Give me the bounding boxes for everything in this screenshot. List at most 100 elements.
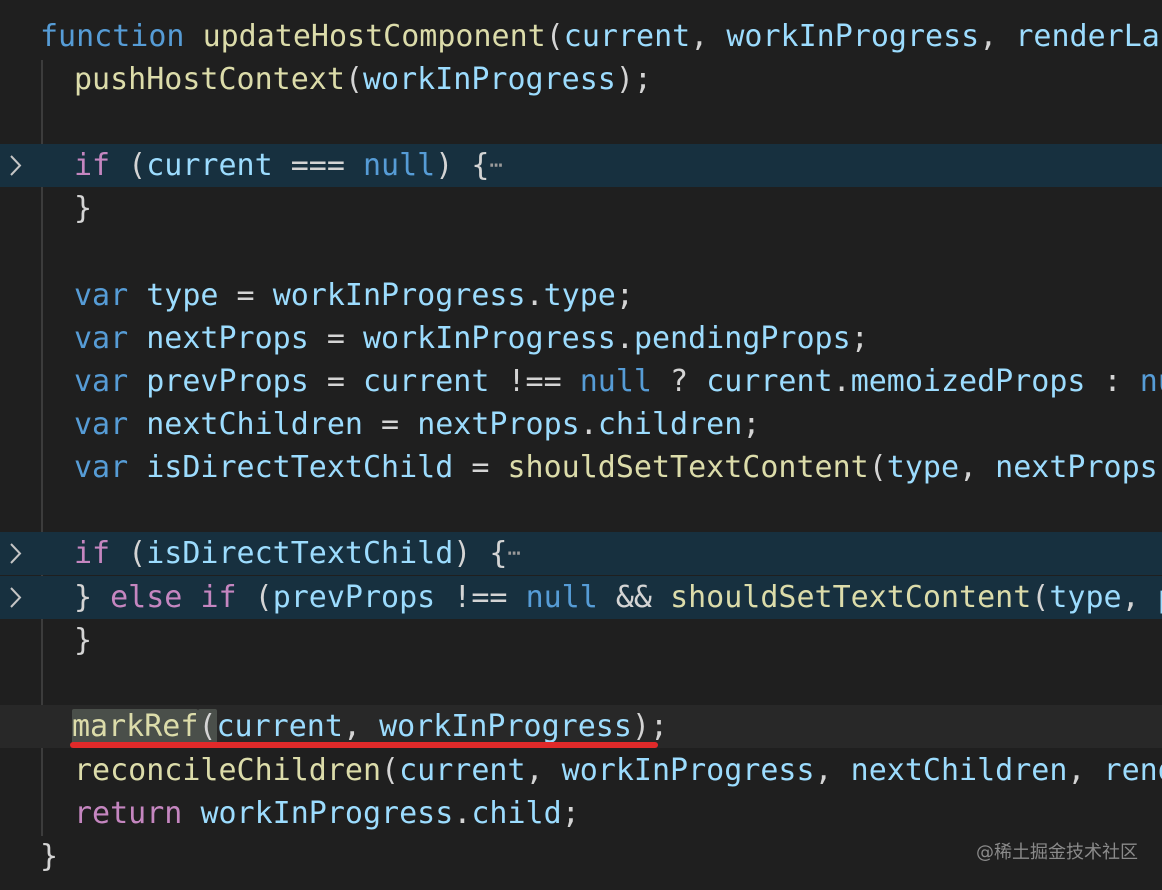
code-token: nextProps xyxy=(146,321,309,356)
code-token: !== xyxy=(435,580,526,615)
code-token: , xyxy=(959,450,996,485)
code-token: markRef xyxy=(72,709,199,744)
code-line[interactable]: function updateHostComponent(current, wo… xyxy=(0,15,1162,58)
code-token: . xyxy=(615,321,634,356)
code-token: nextChildren xyxy=(146,407,363,442)
code-token: workInProgress xyxy=(363,62,616,97)
code-line[interactable]: var nextChildren = nextProps.children; xyxy=(0,403,1162,446)
code-line[interactable] xyxy=(0,230,1162,273)
code-token: var xyxy=(74,407,129,442)
code-token: updateHostComponent xyxy=(202,19,546,54)
code-token: null xyxy=(579,364,652,399)
code-token: shouldSetTextContent xyxy=(507,450,869,485)
code-token: = xyxy=(308,321,363,356)
code-line[interactable]: var isDirectTextChild = shouldSetTextCon… xyxy=(0,446,1162,489)
fold-ellipsis-icon[interactable]: ⋯ xyxy=(489,144,502,187)
code-token: ( xyxy=(110,148,147,183)
code-token: pre xyxy=(1158,580,1162,615)
code-text: var nextChildren = nextProps.children; xyxy=(74,403,760,446)
watermark: @稀土掘金技术社区 xyxy=(976,842,1138,863)
code-line[interactable]: var nextProps = workInProgress.pendingPr… xyxy=(0,317,1162,360)
code-token: type xyxy=(543,278,616,313)
code-token: , xyxy=(342,709,380,744)
code-token: type xyxy=(1049,580,1122,615)
code-text: if (isDirectTextChild) {⋯ xyxy=(74,532,521,575)
code-token: var xyxy=(74,364,129,399)
code-token: ( xyxy=(868,450,887,485)
code-token: ; xyxy=(561,796,580,831)
code-text: var isDirectTextChild = shouldSetTextCon… xyxy=(74,446,1162,489)
code-token: ( xyxy=(1031,580,1050,615)
chevron-right-icon[interactable] xyxy=(4,144,28,187)
chevron-right-icon[interactable] xyxy=(4,576,28,619)
code-token: ( xyxy=(545,19,564,54)
code-line[interactable]: var prevProps = current !== null ? curre… xyxy=(0,360,1162,403)
code-token: var xyxy=(74,450,129,485)
code-text: var prevProps = current !== null ? curre… xyxy=(74,360,1162,403)
code-line[interactable]: if (current === null) {⋯ xyxy=(0,144,1162,187)
code-token: workInProgress xyxy=(561,753,815,788)
code-token: } xyxy=(74,623,93,658)
code-token: prevProps xyxy=(146,364,309,399)
code-line[interactable] xyxy=(0,662,1162,705)
code-token: , xyxy=(1067,753,1104,788)
code-token: ; xyxy=(742,407,761,442)
code-token: isDirectTextChild xyxy=(146,536,454,571)
code-token: if xyxy=(74,536,111,571)
code-token: ) { xyxy=(453,536,508,571)
code-token: , xyxy=(1121,580,1158,615)
code-token: ; xyxy=(615,278,634,313)
code-token: ( xyxy=(344,62,363,97)
code-token: reconcileChildren xyxy=(74,753,382,788)
code-token: . xyxy=(579,407,598,442)
code-token: current xyxy=(363,364,490,399)
fold-ellipsis-icon[interactable]: ⋯ xyxy=(507,532,520,575)
code-token: , xyxy=(979,19,1016,54)
code-token: isDirectTextChild xyxy=(146,450,454,485)
chevron-right-icon[interactable] xyxy=(4,532,28,575)
code-line[interactable]: } xyxy=(0,187,1162,230)
code-token: . xyxy=(832,364,851,399)
code-line[interactable]: pushHostContext(workInProgress); xyxy=(0,58,1162,101)
code-token: ); xyxy=(631,709,669,744)
code-line[interactable] xyxy=(0,489,1162,532)
code-token: children xyxy=(597,407,743,442)
code-line[interactable]: reconcileChildren(current, workInProgres… xyxy=(0,749,1162,792)
code-editor[interactable]: function updateHostComponent(current, wo… xyxy=(0,0,1162,890)
code-token: else xyxy=(110,580,183,615)
code-text: } xyxy=(40,835,58,878)
code-text: } else if (prevProps !== null && shouldS… xyxy=(74,576,1162,619)
code-token: ); xyxy=(1158,450,1162,485)
code-text: return workInProgress.child; xyxy=(74,792,580,835)
code-token: ? xyxy=(652,364,707,399)
code-token: nextProps xyxy=(995,450,1158,485)
code-token: current xyxy=(706,364,833,399)
code-token: === xyxy=(272,148,363,183)
code-line[interactable]: var type = workInProgress.type; xyxy=(0,274,1162,317)
code-token: . xyxy=(525,278,544,313)
code-token: workInProgress xyxy=(379,709,632,744)
code-text: if (current === null) {⋯ xyxy=(74,144,503,187)
code-line[interactable]: return workInProgress.child; xyxy=(0,792,1162,835)
code-token: current xyxy=(216,709,343,744)
code-line[interactable]: if (isDirectTextChild) {⋯ xyxy=(0,532,1162,575)
code-token: var xyxy=(74,321,129,356)
code-token: current xyxy=(399,753,526,788)
code-line[interactable]: } xyxy=(0,619,1162,662)
code-token: render xyxy=(1103,753,1162,788)
code-token: : xyxy=(1085,364,1140,399)
code-token: ( xyxy=(198,709,217,744)
code-line[interactable] xyxy=(0,101,1162,144)
code-line[interactable]: } else if (prevProps !== null && shouldS… xyxy=(0,576,1162,619)
code-token: workInProgress xyxy=(363,321,616,356)
code-text: pushHostContext(workInProgress); xyxy=(74,58,652,101)
code-token: !== xyxy=(489,364,580,399)
code-token: } xyxy=(74,191,93,226)
code-token: ) { xyxy=(435,148,490,183)
code-token: ; xyxy=(850,321,869,356)
